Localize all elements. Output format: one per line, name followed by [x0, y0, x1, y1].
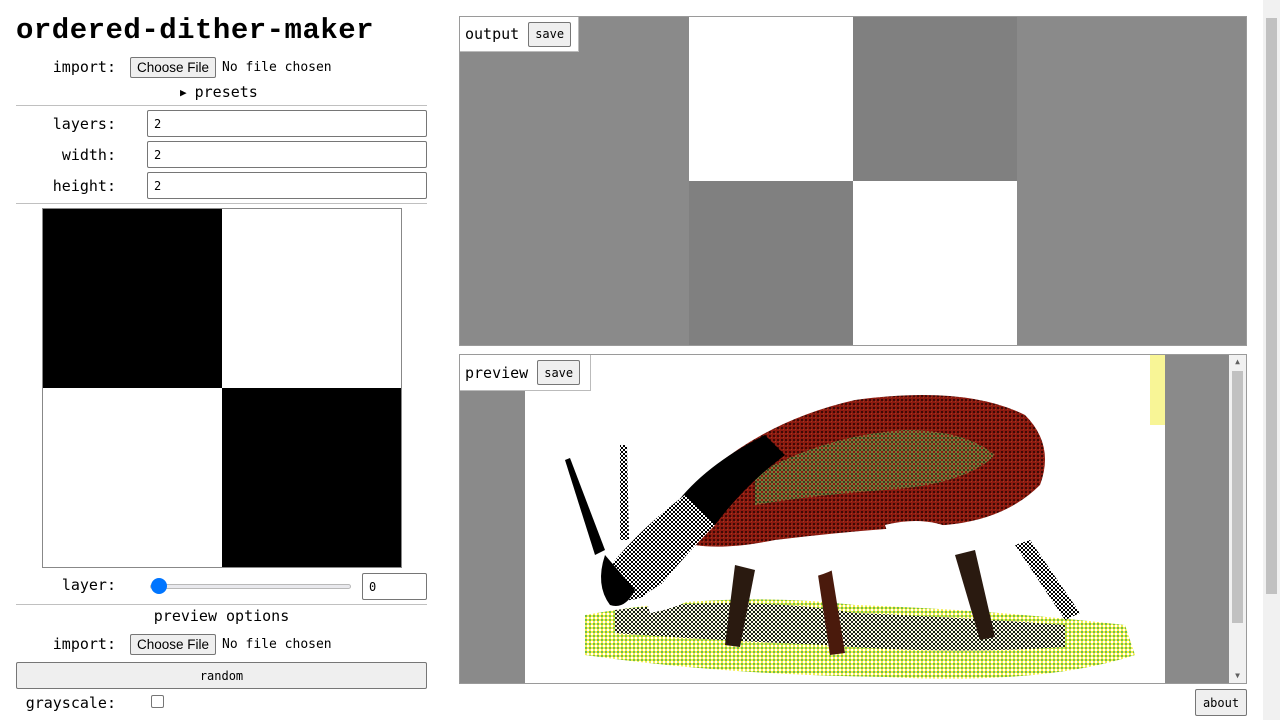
divider: [16, 105, 427, 106]
app-title: ordered-dither-maker: [16, 14, 375, 47]
height-input[interactable]: [147, 172, 427, 199]
layer-slider[interactable]: [150, 584, 351, 589]
arrow-down-icon[interactable]: ▼: [1229, 669, 1246, 683]
preview-header: preview save: [460, 355, 591, 391]
grid-cell[interactable]: [43, 388, 222, 567]
page-scroll-thumb[interactable]: [1266, 18, 1277, 594]
layers-label: layers:: [52, 115, 116, 133]
preview-save-button[interactable]: save: [537, 360, 581, 385]
preview-image: [525, 355, 1165, 683]
preview-import-row: import: Choose File No file chosen: [16, 632, 427, 656]
output-panel: output save: [459, 16, 1247, 346]
import-row: import: Choose File No file chosen: [16, 55, 427, 79]
preview-file-status: No file chosen: [222, 636, 332, 652]
output-save-button[interactable]: save: [528, 21, 572, 47]
preview-panel: preview save ▲ ▼: [459, 354, 1247, 684]
preview-import-label: import:: [52, 635, 116, 653]
grid-cell[interactable]: [43, 209, 222, 388]
page-scrollbar[interactable]: [1263, 0, 1280, 720]
width-row: width:: [16, 141, 427, 168]
divider: [16, 203, 427, 204]
about-button[interactable]: about: [1195, 689, 1247, 716]
layers-row: layers:: [16, 110, 427, 137]
output-header: output save: [460, 17, 579, 52]
presets-label: presets: [194, 83, 258, 101]
grid-cell[interactable]: [222, 209, 401, 388]
preview-scrollbar[interactable]: ▲ ▼: [1229, 355, 1246, 683]
output-tile-upper-right: [853, 17, 1017, 181]
layers-input[interactable]: [147, 110, 427, 137]
layer-label: layer:: [61, 576, 116, 594]
width-label: width:: [61, 146, 116, 164]
preview-options-heading: preview options: [153, 607, 290, 625]
grayscale-label: grayscale:: [25, 694, 116, 712]
presets-toggle[interactable]: ▶ presets: [180, 83, 258, 101]
output-title: output: [465, 25, 520, 43]
preview-scroll-thumb[interactable]: [1232, 371, 1243, 623]
triangle-right-icon: ▶: [180, 85, 187, 99]
grayscale-row: grayscale:: [16, 691, 427, 715]
control-panel: ordered-dither-maker import: Choose File…: [16, 0, 427, 720]
choose-file-button[interactable]: Choose File: [130, 56, 217, 78]
preview-options-heading-row: preview options: [16, 604, 427, 628]
output-tile-upper-left: [689, 17, 853, 181]
import-label: import:: [52, 58, 116, 76]
file-status: No file chosen: [222, 59, 332, 75]
dither-grid-editor[interactable]: [42, 208, 402, 568]
layer-slider-thumb[interactable]: [151, 578, 167, 594]
grayscale-checkbox[interactable]: [151, 695, 164, 708]
height-row: height:: [16, 172, 427, 199]
output-tile-lower-right: [853, 181, 1017, 345]
output-tile-lower-left: [689, 181, 853, 345]
random-button[interactable]: random: [16, 662, 427, 689]
preview-choose-file-button[interactable]: Choose File: [130, 633, 217, 655]
grid-cell[interactable]: [222, 388, 401, 567]
height-label: height:: [52, 177, 116, 195]
layer-input[interactable]: [362, 573, 427, 600]
arrow-up-icon[interactable]: ▲: [1229, 355, 1246, 369]
width-input[interactable]: [147, 141, 427, 168]
preview-title: preview: [465, 363, 529, 382]
